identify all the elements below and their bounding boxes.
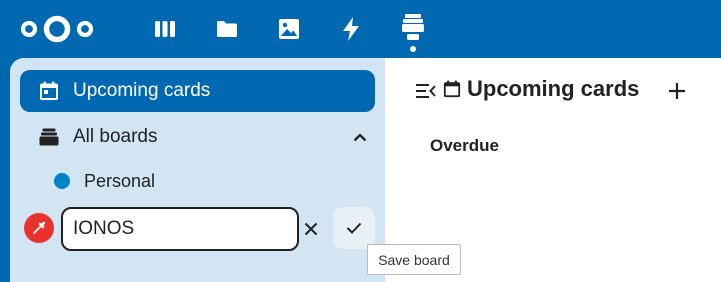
page-header: Upcoming cards [443, 76, 639, 102]
color-picker-button[interactable] [24, 213, 54, 243]
plus-icon [669, 83, 685, 99]
add-card-button[interactable] [664, 78, 690, 104]
deck-icon [402, 14, 424, 40]
top-header [0, 0, 721, 58]
folder-icon [217, 21, 237, 37]
app-activity[interactable] [320, 0, 382, 58]
calendar-icon [39, 81, 61, 101]
checkmark-icon [346, 222, 362, 234]
app-photos[interactable] [258, 0, 320, 58]
sidebar-item-upcoming-cards[interactable]: Upcoming cards [20, 70, 375, 112]
calendar-icon [443, 80, 461, 98]
toggle-sidebar-button[interactable] [413, 78, 439, 104]
image-icon [279, 19, 299, 39]
board-color-dot [54, 173, 70, 189]
section-heading-overdue: Overdue [430, 136, 499, 155]
activity-icon [343, 17, 359, 41]
nextcloud-logo-icon[interactable] [18, 14, 96, 44]
app-dashboard[interactable] [134, 0, 196, 58]
sidebar-item-label: All boards [73, 126, 158, 147]
app-files[interactable] [196, 0, 258, 58]
cancel-button[interactable] [293, 211, 329, 247]
page-title: Upcoming cards [467, 76, 640, 101]
board-name-input[interactable] [61, 207, 299, 251]
eyedropper-icon [33, 221, 46, 234]
content-frame: Upcoming cards All boards Personal IONOS… [10, 58, 721, 282]
sidebar-item-all-boards[interactable]: All boards [20, 116, 375, 158]
app-deck[interactable] [382, 0, 444, 58]
chevron-up-icon[interactable] [349, 126, 371, 148]
save-board-tooltip: Save board [367, 244, 461, 275]
sidebar-item-label: Upcoming cards [73, 80, 211, 101]
archive-stack-icon [39, 128, 61, 146]
app-menu [134, 0, 444, 58]
menu-collapse-icon [416, 84, 436, 98]
close-icon [304, 222, 318, 236]
sidebar: Upcoming cards All boards Personal [10, 58, 385, 282]
save-board-button[interactable] [333, 207, 375, 249]
dashboard-icon [155, 21, 175, 37]
board-item-label: Personal [84, 170, 156, 191]
board-item-personal[interactable]: Personal [20, 160, 375, 202]
